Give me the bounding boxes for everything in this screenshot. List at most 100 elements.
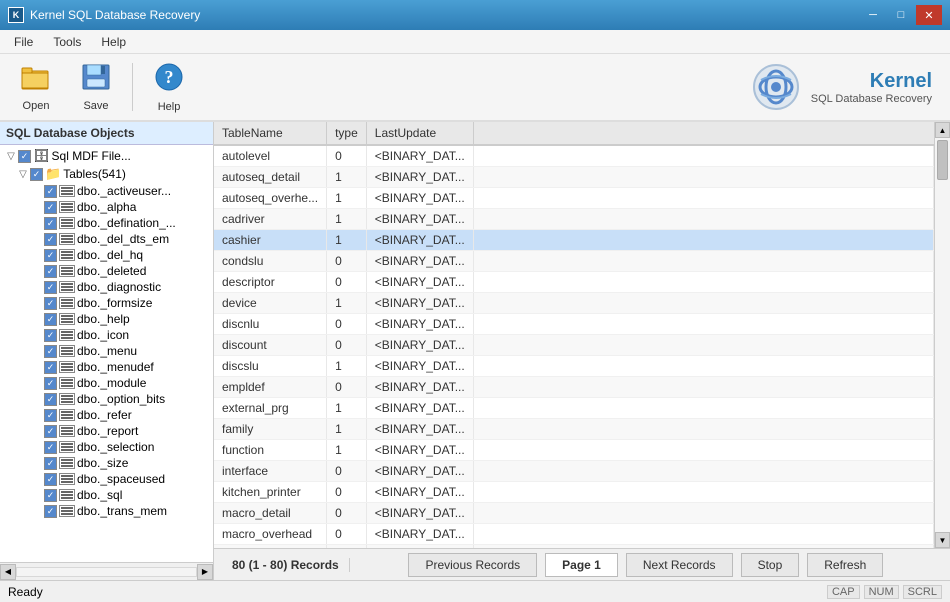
vertical-scrollbar[interactable]: ▲ ▼ (934, 122, 950, 548)
tree-checkbox-3[interactable]: ✓ (44, 233, 57, 246)
scroll-down-btn[interactable]: ▼ (935, 532, 950, 548)
tree-root[interactable]: ▽ ✓ 🗄 Sql MDF File... (0, 147, 213, 165)
table-row[interactable]: kitchen_printer0<BINARY_DAT... (214, 482, 934, 503)
tree-item-0[interactable]: ✓ dbo._activeuser... (0, 183, 213, 199)
table-row[interactable]: macro_detail0<BINARY_DAT... (214, 503, 934, 524)
cell-extra (473, 314, 933, 335)
close-button[interactable]: ✕ (916, 5, 942, 25)
num-indicator: NUM (864, 585, 899, 599)
tree-checkbox-15[interactable]: ✓ (44, 425, 57, 438)
tree-checkbox-12[interactable]: ✓ (44, 377, 57, 390)
tree-checkbox-11[interactable]: ✓ (44, 361, 57, 374)
left-panel-scrollbar[interactable]: ◀ ▶ (0, 562, 213, 580)
tree-item-18[interactable]: ✓ dbo._spaceused (0, 471, 213, 487)
tree-checkbox-root[interactable]: ✓ (18, 150, 31, 163)
tree-item-6[interactable]: ✓ dbo._diagnostic (0, 279, 213, 295)
help-button[interactable]: ? Help (141, 59, 197, 115)
scroll-track[interactable] (935, 138, 950, 532)
tree-item-16[interactable]: ✓ dbo._selection (0, 439, 213, 455)
tree-expand-tables[interactable]: ▽ (16, 167, 30, 181)
tree-item-19[interactable]: ✓ dbo._sql (0, 487, 213, 503)
tree-item-10[interactable]: ✓ dbo._menu (0, 343, 213, 359)
tree-checkbox-19[interactable]: ✓ (44, 489, 57, 502)
tree-checkbox-tables[interactable]: ✓ (30, 168, 43, 181)
tree-item-11[interactable]: ✓ dbo._menudef (0, 359, 213, 375)
open-button[interactable]: Open (8, 59, 64, 115)
col-header-lastupdate[interactable]: LastUpdate (366, 122, 473, 145)
tree-checkbox-16[interactable]: ✓ (44, 441, 57, 454)
table-row[interactable]: discnlu0<BINARY_DAT... (214, 314, 934, 335)
table-row[interactable]: discslu1<BINARY_DAT... (214, 356, 934, 377)
tree-checkbox-4[interactable]: ✓ (44, 249, 57, 262)
col-header-extra (473, 122, 933, 145)
tree-item-1[interactable]: ✓ dbo._alpha (0, 199, 213, 215)
col-header-tablename[interactable]: TableName (214, 122, 327, 145)
cell-lastupdate: <BINARY_DAT... (366, 230, 473, 251)
stop-button[interactable]: Stop (741, 553, 800, 577)
minimize-button[interactable]: ─ (860, 5, 886, 25)
cell-type: 0 (327, 377, 367, 398)
table-row[interactable]: cashier1<BINARY_DAT... (214, 230, 934, 251)
table-row[interactable]: autoseq_detail1<BINARY_DAT... (214, 167, 934, 188)
tree-container[interactable]: ▽ ✓ 🗄 Sql MDF File... ▽ ✓ 📁 Tables(541) … (0, 145, 213, 562)
refresh-button[interactable]: Refresh (807, 553, 883, 577)
tree-checkbox-14[interactable]: ✓ (44, 409, 57, 422)
tree-item-9[interactable]: ✓ dbo._icon (0, 327, 213, 343)
tree-item-8[interactable]: ✓ dbo._help (0, 311, 213, 327)
scroll-up-btn[interactable]: ▲ (935, 122, 950, 138)
tree-item-5[interactable]: ✓ dbo._deleted (0, 263, 213, 279)
tree-checkbox-5[interactable]: ✓ (44, 265, 57, 278)
tree-checkbox-8[interactable]: ✓ (44, 313, 57, 326)
tree-checkbox-6[interactable]: ✓ (44, 281, 57, 294)
table-row[interactable]: external_prg1<BINARY_DAT... (214, 398, 934, 419)
table-row[interactable]: condslu0<BINARY_DAT... (214, 251, 934, 272)
tree-checkbox-0[interactable]: ✓ (44, 185, 57, 198)
tree-tables-node[interactable]: ▽ ✓ 📁 Tables(541) (0, 165, 213, 183)
tree-item-14[interactable]: ✓ dbo._refer (0, 407, 213, 423)
tree-checkbox-13[interactable]: ✓ (44, 393, 57, 406)
tree-item-3[interactable]: ✓ dbo._del_dts_em (0, 231, 213, 247)
col-header-type[interactable]: type (327, 122, 367, 145)
scroll-left-btn[interactable]: ◀ (0, 564, 16, 580)
tree-checkbox-18[interactable]: ✓ (44, 473, 57, 486)
table-row[interactable]: autoseq_overhe...1<BINARY_DAT... (214, 188, 934, 209)
table-row[interactable]: empldef0<BINARY_DAT... (214, 377, 934, 398)
maximize-button[interactable]: □ (888, 5, 914, 25)
tree-item-17[interactable]: ✓ dbo._size (0, 455, 213, 471)
tree-checkbox-10[interactable]: ✓ (44, 345, 57, 358)
tree-checkbox-9[interactable]: ✓ (44, 329, 57, 342)
table-row[interactable]: family1<BINARY_DAT... (214, 419, 934, 440)
table-row[interactable]: cadriver1<BINARY_DAT... (214, 209, 934, 230)
menu-help[interactable]: Help (91, 33, 136, 51)
data-table[interactable]: TableName type LastUpdate autolevel0<BIN… (214, 122, 934, 548)
table-row[interactable]: discount0<BINARY_DAT... (214, 335, 934, 356)
tree-item-7[interactable]: ✓ dbo._formsize (0, 295, 213, 311)
tree-expand-root[interactable]: ▽ (4, 149, 18, 163)
tree-item-15[interactable]: ✓ dbo._report (0, 423, 213, 439)
menu-tools[interactable]: Tools (43, 33, 91, 51)
table-icon (59, 249, 75, 261)
tree-checkbox-17[interactable]: ✓ (44, 457, 57, 470)
scroll-right-btn[interactable]: ▶ (197, 564, 213, 580)
table-row[interactable]: device1<BINARY_DAT... (214, 293, 934, 314)
tree-item-2[interactable]: ✓ dbo._defination_... (0, 215, 213, 231)
readybar: Ready CAP NUM SCRL (0, 580, 950, 602)
tree-checkbox-1[interactable]: ✓ (44, 201, 57, 214)
tree-checkbox-7[interactable]: ✓ (44, 297, 57, 310)
next-records-button[interactable]: Next Records (626, 553, 733, 577)
tree-item-20[interactable]: ✓ dbo._trans_mem (0, 503, 213, 519)
table-row[interactable]: autolevel0<BINARY_DAT... (214, 145, 934, 167)
table-row[interactable]: descriptor0<BINARY_DAT... (214, 272, 934, 293)
tree-checkbox-2[interactable]: ✓ (44, 217, 57, 230)
table-row[interactable]: function1<BINARY_DAT... (214, 440, 934, 461)
save-button[interactable]: Save (68, 59, 124, 115)
tree-checkbox-20[interactable]: ✓ (44, 505, 57, 518)
tree-item-13[interactable]: ✓ dbo._option_bits (0, 391, 213, 407)
tree-item-4[interactable]: ✓ dbo._del_hq (0, 247, 213, 263)
menu-file[interactable]: File (4, 33, 43, 51)
table-row[interactable]: macro_overhead0<BINARY_DAT... (214, 524, 934, 545)
table-row[interactable]: interface0<BINARY_DAT... (214, 461, 934, 482)
save-label: Save (83, 100, 108, 112)
prev-records-button[interactable]: Previous Records (408, 553, 537, 577)
tree-item-12[interactable]: ✓ dbo._module (0, 375, 213, 391)
